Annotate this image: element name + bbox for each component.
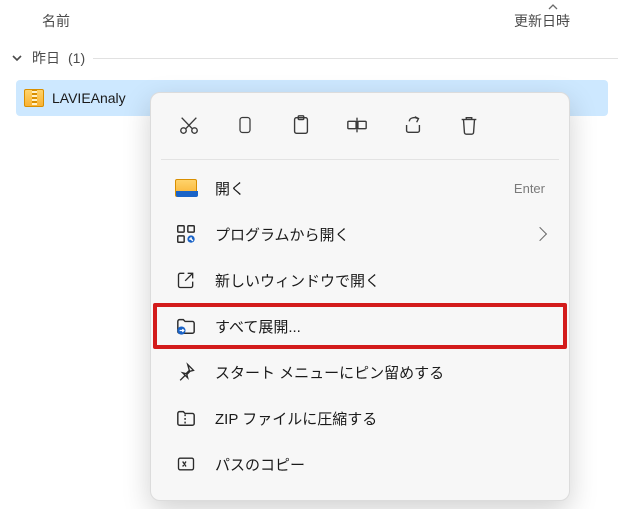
new-window-icon xyxy=(176,270,196,290)
menu-item-label: プログラムから開く xyxy=(215,224,517,245)
menu-item-label: すべて展開... xyxy=(215,316,545,337)
folder-arrow-icon xyxy=(175,316,197,336)
menu-item-label: 新しいウィンドウで開く xyxy=(215,270,545,291)
zip-folder-icon xyxy=(24,89,44,107)
group-label: 昨日 xyxy=(32,48,60,68)
group-count: (1) xyxy=(68,50,85,66)
quick-action-row xyxy=(151,93,569,157)
menu-item-extract-all[interactable]: すべて展開... xyxy=(157,304,563,348)
file-name: LAVIEAnaly xyxy=(52,90,126,106)
open-with-icon xyxy=(175,223,197,245)
cut-button[interactable] xyxy=(175,111,203,139)
menu-item-open-with[interactable]: プログラムから開く xyxy=(157,212,563,256)
menu-item-label: 開く xyxy=(215,178,496,199)
paste-button[interactable] xyxy=(287,111,315,139)
menu-item-accel: Enter xyxy=(514,181,545,196)
group-divider xyxy=(93,58,618,59)
column-date-label: 更新日時 xyxy=(514,11,570,31)
folder-icon xyxy=(175,179,197,197)
clipboard-icon xyxy=(290,114,312,136)
menu-item-new-window[interactable]: 新しいウィンドウで開く xyxy=(157,258,563,302)
copy-path-icon xyxy=(176,454,196,474)
group-row-yesterday[interactable]: 昨日 (1) xyxy=(0,42,618,74)
menu-item-label: ZIP ファイルに圧縮する xyxy=(215,408,545,429)
menu-item-pin-start[interactable]: スタート メニューにピン留めする xyxy=(157,350,563,394)
rename-button[interactable] xyxy=(343,111,371,139)
menu-separator xyxy=(161,159,559,160)
trash-icon xyxy=(458,114,480,136)
share-icon xyxy=(402,114,424,136)
chevron-down-icon xyxy=(10,51,24,65)
copy-icon xyxy=(235,114,255,136)
column-date[interactable]: 更新日時 xyxy=(514,11,618,31)
zip-icon xyxy=(175,408,197,428)
sort-indicator-icon xyxy=(548,4,558,10)
scissors-icon xyxy=(178,114,200,136)
delete-button[interactable] xyxy=(455,111,483,139)
pin-icon xyxy=(176,362,196,382)
menu-item-label: パスのコピー xyxy=(215,454,545,475)
share-button[interactable] xyxy=(399,111,427,139)
column-headers: 名前 更新日時 xyxy=(0,0,618,42)
menu-item-copy-path[interactable]: パスのコピー xyxy=(157,442,563,486)
menu-item-compress-zip[interactable]: ZIP ファイルに圧縮する xyxy=(157,396,563,440)
menu-item-open[interactable]: 開く Enter xyxy=(157,166,563,210)
submenu-icon xyxy=(533,227,547,241)
context-menu: 開く Enter プログラムから開く 新しいウィンドウで開く xyxy=(150,92,570,501)
rename-icon xyxy=(345,114,369,136)
column-name[interactable]: 名前 xyxy=(42,11,442,31)
menu-item-label: スタート メニューにピン留めする xyxy=(215,362,545,383)
copy-button[interactable] xyxy=(231,111,259,139)
